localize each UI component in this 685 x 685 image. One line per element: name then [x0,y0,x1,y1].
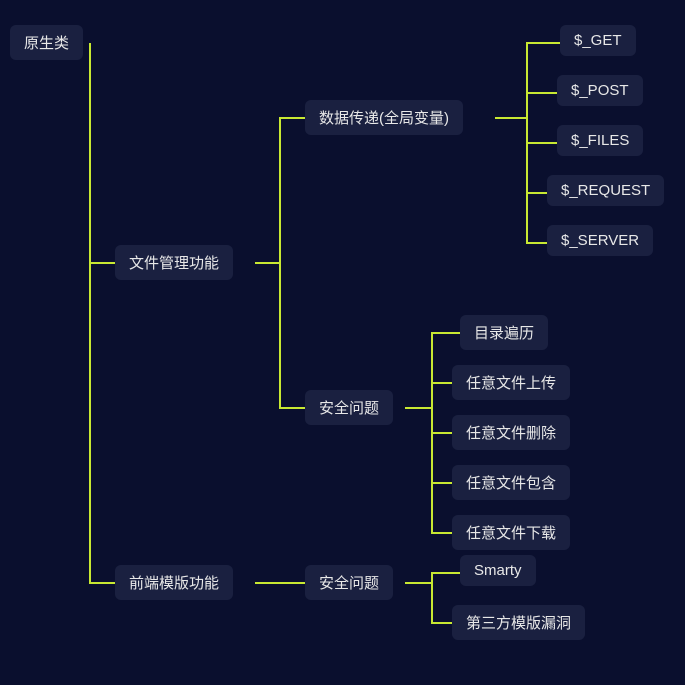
node-file-include: 任意文件包含 [452,465,570,500]
node-dir-traverse: 目录遍历 [460,315,548,350]
node-files: $_FILES [557,125,643,156]
node-file-download: 任意文件下载 [452,515,570,550]
node-root: 原生类 [10,25,83,60]
node-data-transfer: 数据传递(全局变量) [305,100,463,135]
node-security1: 安全问题 [305,390,393,425]
node-smarty: Smarty [460,555,536,586]
node-third-party: 第三方模版漏洞 [452,605,585,640]
node-security2: 安全问题 [305,565,393,600]
node-file-mgmt: 文件管理功能 [115,245,233,280]
node-file-delete: 任意文件删除 [452,415,570,450]
node-request: $_REQUEST [547,175,664,206]
node-file-upload: 任意文件上传 [452,365,570,400]
node-frontend: 前端模版功能 [115,565,233,600]
node-post: $_POST [557,75,643,106]
node-get: $_GET [560,25,636,56]
node-server: $_SERVER [547,225,653,256]
mind-map: 原生类 文件管理功能 数据传递(全局变量) $_GET $_POST $_FIL… [0,0,685,685]
